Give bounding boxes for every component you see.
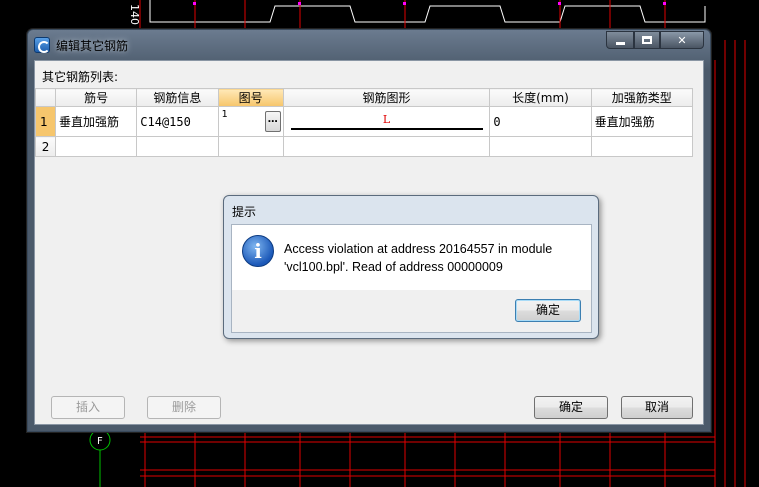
cell-reinforcement-type[interactable]: [590, 136, 694, 157]
message-box-title[interactable]: 提示: [232, 203, 256, 220]
cell-bar-shape[interactable]: L: [282, 106, 491, 137]
col-header-bar-number[interactable]: 筋号: [55, 88, 138, 107]
cell-bar-info[interactable]: [136, 136, 219, 157]
cell-bar-number[interactable]: 垂直加强筋: [55, 106, 138, 137]
col-header-bar-shape[interactable]: 钢筋图形: [282, 88, 491, 107]
col-header-figure-no[interactable]: 图号: [217, 88, 284, 107]
minimize-icon: [615, 41, 625, 45]
minimize-button[interactable]: [606, 31, 634, 49]
cell-length[interactable]: 0: [489, 106, 592, 137]
cell-figure-no[interactable]: [217, 136, 284, 157]
delete-button[interactable]: 删除: [147, 396, 221, 419]
maximize-button[interactable]: [634, 31, 660, 49]
window-title: 编辑其它钢筋: [56, 39, 129, 53]
cell-bar-shape[interactable]: [282, 136, 491, 157]
grid-corner: [34, 88, 57, 107]
cell-length[interactable]: [489, 136, 592, 157]
cell-bar-info[interactable]: C14@150: [136, 106, 219, 137]
rebar-grid[interactable]: 筋号 钢筋信息 图号 钢筋图形 长度(mm) 加强筋类型 1 垂直加强筋 C14…: [34, 88, 694, 157]
cell-figure-no[interactable]: 1 …: [217, 106, 284, 137]
message-box-body: i Access violation at address 20164557 i…: [231, 224, 592, 333]
figure-line: [290, 128, 484, 130]
row-number[interactable]: 1: [34, 106, 57, 137]
cell-bar-number[interactable]: [55, 136, 138, 157]
cad-side-text: 140: [128, 4, 141, 25]
table-row[interactable]: 2: [34, 136, 694, 157]
error-message-text: Access violation at address 20164557 in …: [284, 242, 553, 274]
maximize-icon: [642, 36, 652, 44]
app-icon: [34, 37, 50, 53]
title-bar[interactable]: 编辑其它钢筋 ✕: [28, 30, 710, 59]
figure-label: L: [382, 113, 391, 126]
close-button[interactable]: ✕: [660, 31, 704, 49]
error-message-box: 提示 i Access violation at address 2016455…: [223, 195, 599, 339]
message-ok-button[interactable]: 确定: [515, 299, 581, 322]
table-row[interactable]: 1 垂直加强筋 C14@150 1 … L 0 垂直加强筋: [34, 106, 694, 137]
row-number[interactable]: 2: [34, 136, 57, 157]
ok-button[interactable]: 确定: [534, 396, 608, 419]
cad-axis-label: F: [97, 436, 103, 447]
cancel-button[interactable]: 取消: [621, 396, 693, 419]
col-header-bar-info[interactable]: 钢筋信息: [136, 88, 219, 107]
figure-no-value: 1: [221, 109, 228, 120]
browse-figure-button[interactable]: …: [264, 111, 281, 132]
info-icon: i: [242, 235, 274, 267]
insert-button[interactable]: 插入: [51, 396, 125, 419]
list-label: 其它钢筋列表:: [42, 70, 119, 84]
col-header-reinforcement-type[interactable]: 加强筋类型: [590, 88, 694, 107]
message-panel: i Access violation at address 20164557 i…: [232, 225, 591, 290]
col-header-length[interactable]: 长度(mm): [489, 88, 592, 107]
cell-reinforcement-type[interactable]: 垂直加强筋: [590, 106, 694, 137]
close-icon: ✕: [677, 33, 687, 47]
